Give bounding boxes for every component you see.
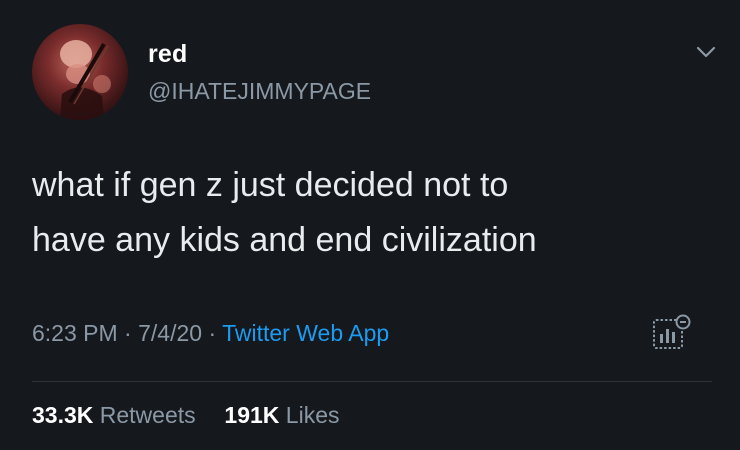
- tweet-time[interactable]: 6:23 PM: [32, 320, 118, 346]
- likes-label: Likes: [285, 402, 340, 428]
- retweets-count: 33.3K: [32, 402, 94, 428]
- likes-stat[interactable]: 191K Likes: [224, 402, 339, 428]
- tweet-stats: 33.3K Retweets 191K Likes: [32, 402, 340, 429]
- user-handle[interactable]: @IHATEJIMMYPAGE: [148, 78, 371, 105]
- tweet-card: red @IHATEJIMMYPAGE what if gen z just d…: [0, 0, 740, 450]
- tweet-analytics-icon[interactable]: [650, 312, 692, 354]
- avatar-photo: [60, 40, 111, 120]
- retweets-stat[interactable]: 33.3K Retweets: [32, 402, 202, 428]
- avatar[interactable]: [32, 24, 128, 120]
- tweet-date[interactable]: 7/4/20: [138, 320, 202, 346]
- tweet-text-line: have any kids and end civilization: [32, 221, 537, 259]
- meta-separator: ·: [124, 320, 132, 346]
- tweet-text-line: what if gen z just decided not to: [32, 166, 509, 204]
- tweet-text: what if gen z just decided not to have a…: [32, 158, 712, 268]
- meta-separator: ·: [208, 320, 217, 346]
- likes-count: 191K: [224, 402, 280, 428]
- retweets-label: Retweets: [99, 402, 196, 428]
- tweet-meta: 6:23 PM · 7/4/20 · Twitter Web App: [32, 320, 389, 347]
- divider: [32, 381, 712, 382]
- chevron-down-icon[interactable]: [692, 38, 720, 66]
- display-name[interactable]: red: [148, 40, 188, 69]
- tweet-source-link[interactable]: Twitter Web App: [222, 320, 389, 346]
